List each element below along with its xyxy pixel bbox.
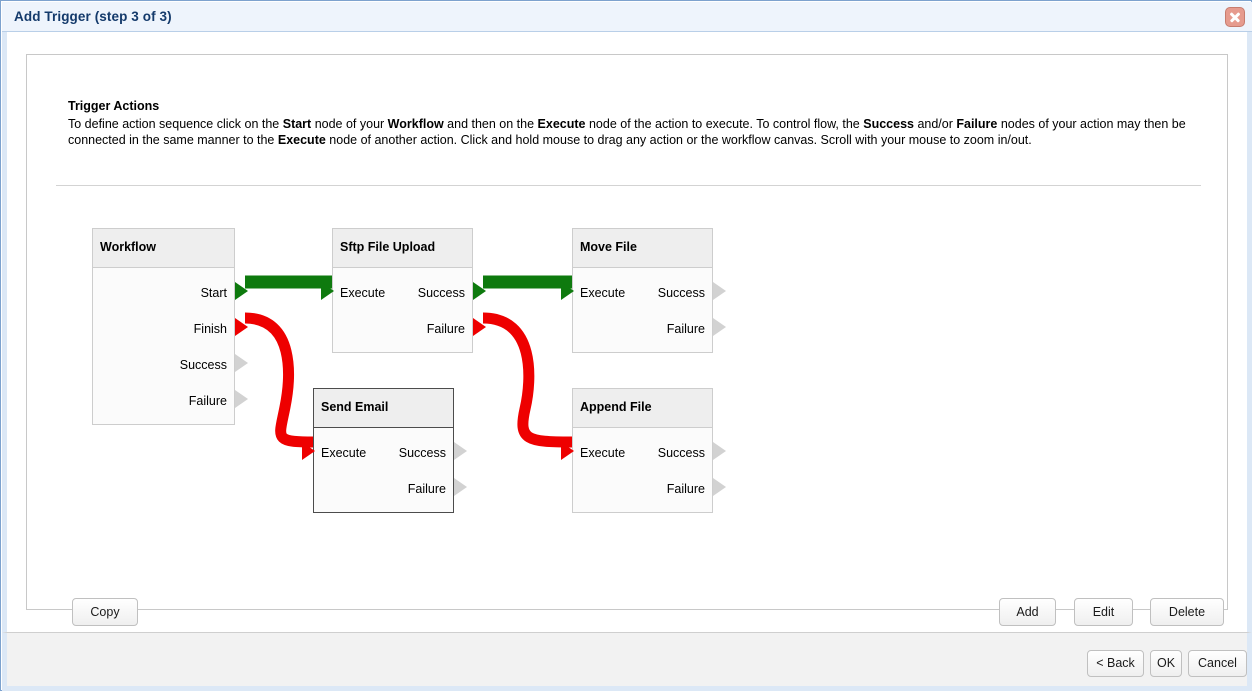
- port-label-failure: Failure: [666, 322, 705, 336]
- port-label-success: Success: [398, 446, 446, 460]
- delete-button[interactable]: Delete: [1150, 598, 1224, 626]
- port-success-right[interactable]: [713, 282, 726, 301]
- dialog-titlebar: Add Trigger (step 3 of 3): [2, 2, 1252, 32]
- section-divider: [56, 185, 1201, 186]
- port-failure-right[interactable]: [473, 318, 486, 337]
- node-move-file[interactable]: Move File Execute Success Failure: [561, 228, 726, 353]
- add-button[interactable]: Add: [999, 598, 1056, 626]
- ok-button[interactable]: OK: [1150, 650, 1182, 677]
- port-success-right[interactable]: [235, 354, 248, 373]
- workflow-canvas[interactable]: Workflow Start Finish Success Failure Sftp Fi…: [27, 195, 1227, 585]
- port-label-execute: Execute: [340, 286, 386, 300]
- close-icon[interactable]: [1225, 7, 1245, 27]
- port-label-finish: Finish: [193, 322, 227, 336]
- node-append-file[interactable]: Append File Execute Success Failure: [561, 388, 726, 513]
- node-title: Send Email: [321, 400, 389, 414]
- edge-sftp-failure-to-append-file-execute[interactable]: [482, 312, 573, 448]
- back-button[interactable]: < Back: [1087, 650, 1144, 677]
- dialog-footer: < Back OK Cancel: [2, 632, 1252, 691]
- section-heading: Trigger Actions: [68, 99, 160, 113]
- port-finish-right[interactable]: [235, 318, 248, 337]
- cancel-button[interactable]: Cancel: [1188, 650, 1247, 677]
- port-label-failure: Failure: [407, 482, 446, 496]
- copy-button[interactable]: Copy: [72, 598, 138, 626]
- port-label-success: Success: [417, 286, 465, 300]
- node-workflow[interactable]: Workflow Start Finish Success Failure: [92, 228, 248, 425]
- port-success-right[interactable]: [454, 442, 467, 461]
- port-label-failure: Failure: [426, 322, 465, 336]
- section-description: To define action sequence click on the S…: [68, 117, 1186, 148]
- port-label-start: Start: [200, 286, 227, 300]
- trigger-actions-panel: Trigger Actions To define action sequenc…: [26, 54, 1228, 626]
- port-start-right[interactable]: [235, 282, 248, 301]
- node-title: Workflow: [100, 240, 157, 254]
- port-label-success: Success: [657, 446, 705, 460]
- port-label-failure: Failure: [666, 482, 705, 496]
- node-title: Sftp File Upload: [340, 240, 436, 254]
- dialog-body: Trigger Actions To define action sequenc…: [2, 32, 1252, 632]
- port-failure-right[interactable]: [713, 478, 726, 497]
- port-failure-right[interactable]: [235, 390, 248, 409]
- edge-workflow-finish-to-send-email-execute[interactable]: [244, 312, 314, 448]
- node-sftp-file-upload[interactable]: Sftp File Upload Execute Success Failure: [321, 228, 486, 353]
- port-label-execute: Execute: [580, 446, 626, 460]
- port-failure-right[interactable]: [454, 478, 467, 497]
- port-label-execute: Execute: [580, 286, 626, 300]
- node-title: Move File: [580, 240, 637, 254]
- port-success-right[interactable]: [473, 282, 486, 301]
- port-execute-left[interactable]: [302, 442, 315, 461]
- port-failure-right[interactable]: [713, 318, 726, 337]
- add-trigger-dialog: Add Trigger (step 3 of 3) Trigger Action…: [0, 0, 1252, 691]
- dialog-title: Add Trigger (step 3 of 3): [14, 9, 172, 24]
- port-success-right[interactable]: [713, 442, 726, 461]
- port-execute-left[interactable]: [321, 282, 334, 301]
- port-execute-left[interactable]: [561, 282, 574, 301]
- port-label-execute: Execute: [321, 446, 367, 460]
- port-label-success: Success: [179, 358, 227, 372]
- port-execute-left[interactable]: [561, 442, 574, 461]
- node-title: Append File: [580, 400, 652, 414]
- node-send-email[interactable]: Send Email Execute Success Failure: [302, 388, 467, 513]
- edit-button[interactable]: Edit: [1074, 598, 1133, 626]
- port-label-success: Success: [657, 286, 705, 300]
- port-label-failure: Failure: [188, 394, 227, 408]
